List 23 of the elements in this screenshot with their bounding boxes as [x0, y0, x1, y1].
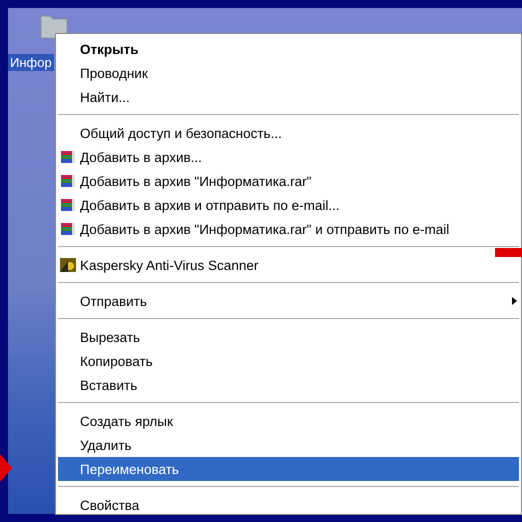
desktop-icon-label[interactable]: Инфор — [8, 54, 54, 71]
menu-item[interactable]: Общий доступ и безопасность... — [58, 121, 519, 145]
menu-item[interactable]: Добавить в архив и отправить по e-mail... — [58, 193, 519, 217]
menu-item[interactable]: Добавить в архив "Информатика.rar" и отправить по e-mail — [58, 217, 519, 241]
books-icon — [60, 197, 76, 213]
menu-item[interactable]: Вырезать — [58, 325, 519, 349]
menu-item[interactable]: Проводник — [58, 61, 519, 85]
menu-item[interactable]: Копировать — [58, 349, 519, 373]
menu-item[interactable]: Свойства — [58, 493, 519, 517]
books-icon — [60, 149, 76, 165]
menu-item[interactable]: Отправить — [58, 289, 519, 313]
pointer-arrow — [0, 454, 12, 482]
menu-item[interactable]: Добавить в архив "Информатика.rar" — [58, 169, 519, 193]
menu-item[interactable]: Найти... — [58, 85, 519, 109]
menu-item[interactable]: Создать ярлык — [58, 409, 519, 433]
menu-item[interactable]: Открыть — [58, 37, 519, 61]
menu-item[interactable]: Kaspersky Anti-Virus Scanner — [58, 253, 519, 277]
menu-item[interactable]: Удалить — [58, 433, 519, 457]
menu-item[interactable]: Добавить в архив... — [58, 145, 519, 169]
books-icon — [60, 221, 76, 237]
menu-item[interactable]: Вставить — [58, 373, 519, 397]
books-icon — [60, 173, 76, 189]
menu-item[interactable]: Переименовать — [58, 457, 519, 481]
